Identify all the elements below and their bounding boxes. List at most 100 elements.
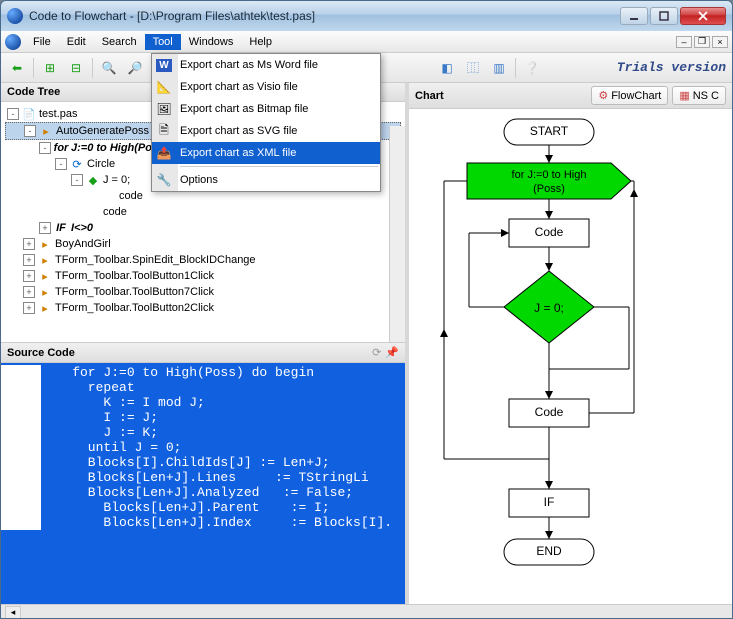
mdi-restore-button[interactable]: ❐ [694, 36, 710, 48]
tree-expander[interactable]: + [23, 286, 35, 298]
close-button[interactable] [680, 7, 726, 25]
menu-item-export[interactable]: 🖼Export chart as Bitmap file [152, 98, 380, 120]
tree-item-label: I<>0 [71, 222, 93, 234]
source-line[interactable]: repeat [1, 380, 405, 395]
tree-node-icon: ▸ [37, 237, 53, 251]
tree-item-label: TForm_Toolbar.SpinEdit_BlockIDChange [55, 254, 256, 266]
tree-expander[interactable]: - [55, 158, 67, 170]
tree-node-icon: ▸ [37, 253, 53, 267]
tree-item-label: code [119, 190, 143, 202]
chart-canvas[interactable]: START for J:=0 to High (Poss) Code J = 0… [409, 109, 732, 604]
tree-expander[interactable]: + [23, 238, 35, 250]
svg-text:(Poss): (Poss) [533, 183, 565, 195]
menu-search[interactable]: Search [94, 34, 145, 50]
tree-node-icon: for [53, 141, 69, 155]
menu-item-export[interactable]: 📤Export chart as XML file [152, 142, 380, 164]
tree-expander[interactable]: - [24, 125, 36, 137]
menu-item-options[interactable]: 🔧 Options [152, 169, 380, 191]
tree-node-icon: ⟳ [69, 157, 85, 171]
bitmap-icon: 🖼 [154, 100, 174, 118]
flowchart-icon: ⚙ [598, 89, 608, 102]
tool-menu-dropdown: WExport chart as Ms Word file📐Export cha… [151, 53, 381, 192]
tree-expander [71, 206, 83, 218]
menu-item-export[interactable]: 🗎Export chart as SVG file [152, 120, 380, 142]
hscroll-left[interactable]: ◂ [5, 606, 21, 619]
layout-split-button[interactable]: ◧ [437, 58, 457, 78]
svg-text:Code: Code [535, 405, 564, 419]
zoom-out-button[interactable]: 🔎 [125, 58, 145, 78]
options-icon: 🔧 [154, 171, 174, 189]
tree-node-icon: ▸ [37, 285, 53, 299]
menu-item-label: Options [180, 174, 218, 186]
collapse-button[interactable]: ⊟ [66, 58, 86, 78]
menu-item-export[interactable]: 📐Export chart as Visio file [152, 76, 380, 98]
source-line[interactable]: Blocks[Len+J].Lines := TStringLi [1, 470, 405, 485]
tree-item[interactable]: +▸TForm_Toolbar.SpinEdit_BlockIDChange [5, 252, 401, 268]
chart-header: Chart ⚙FlowChart ▦NS C [409, 83, 732, 109]
source-line[interactable]: Blocks[Len+J].Analyzed := False; [1, 485, 405, 500]
tab-ns-chart[interactable]: ▦NS C [672, 86, 726, 105]
mdi-close-button[interactable]: × [712, 36, 728, 48]
tree-item-label: J = 0; [103, 174, 130, 186]
tree-item[interactable]: +▸TForm_Toolbar.ToolButton7Click [5, 284, 401, 300]
help-button[interactable]: ❔ [522, 58, 542, 78]
tree-scrollbar[interactable] [389, 126, 405, 342]
source-line[interactable]: K := I mod J; [1, 395, 405, 410]
tree-item[interactable]: +IFI<>0 [5, 220, 401, 236]
menu-edit[interactable]: Edit [59, 34, 94, 50]
svg-text:END: END [536, 544, 562, 558]
mdi-minimize-button[interactable]: – [676, 36, 692, 48]
tree-expander[interactable]: - [39, 142, 51, 154]
expand-button[interactable]: ⊞ [40, 58, 60, 78]
source-line[interactable]: I := J; [1, 410, 405, 425]
titlebar[interactable]: Code to Flowchart - [D:\Program Files\at… [1, 1, 732, 31]
tree-node-icon: ▸ [38, 124, 54, 138]
tree-node-icon: ▸ [37, 301, 53, 315]
tree-item[interactable]: +▸BoyAndGirl [5, 236, 401, 252]
window-title: Code to Flowchart - [D:\Program Files\at… [29, 9, 620, 23]
tree-expander[interactable]: - [7, 108, 19, 120]
tree-item-label: TForm_Toolbar.ToolButton1Click [55, 270, 214, 282]
tree-node-icon [85, 205, 101, 219]
tree-expander[interactable]: + [23, 270, 35, 282]
zoom-in-button[interactable]: 🔍 [99, 58, 119, 78]
menu-item-label: Export chart as SVG file [180, 125, 297, 137]
tree-expander[interactable]: - [71, 174, 83, 186]
ns-icon: ▦ [679, 89, 689, 102]
tree-item-label: test.pas [39, 108, 78, 120]
source-pin-icon[interactable]: 📌 [385, 346, 399, 359]
statusbar: ◂ [1, 604, 732, 619]
menu-windows[interactable]: Windows [181, 34, 242, 50]
tree-item[interactable]: +▸TForm_Toolbar.ToolButton2Click [5, 300, 401, 316]
menu-tool[interactable]: Tool [145, 34, 181, 50]
layout-dual-button[interactable]: ⿲ [463, 58, 483, 78]
source-line[interactable]: for J:=0 to High(Poss) do begin [1, 365, 405, 380]
menu-item-export[interactable]: WExport chart as Ms Word file [152, 54, 380, 76]
minimize-button[interactable] [620, 7, 648, 25]
maximize-button[interactable] [650, 7, 678, 25]
svg-text:IF: IF [544, 495, 555, 509]
tree-item-label: BoyAndGirl [55, 238, 111, 250]
source-line[interactable]: J := K; [1, 425, 405, 440]
chart-title: Chart [415, 90, 444, 102]
nav-back-button[interactable]: ⬅ [7, 58, 27, 78]
source-line[interactable]: until J = 0; [1, 440, 405, 455]
tree-item[interactable]: +▸TForm_Toolbar.ToolButton1Click [5, 268, 401, 284]
source-line[interactable]: Blocks[I].ChildIds[J] := Len+J; [1, 455, 405, 470]
menu-help[interactable]: Help [241, 34, 280, 50]
tree-item-label: AutoGeneratePoss [56, 125, 149, 137]
source-refresh-icon[interactable]: ⟳ [372, 346, 381, 359]
svg-text:START: START [530, 124, 569, 138]
tab-flowchart[interactable]: ⚙FlowChart [591, 86, 668, 105]
source-line[interactable]: Blocks[Len+J].Index := Blocks[I]. [1, 515, 405, 530]
tree-expander[interactable]: + [23, 254, 35, 266]
menu-file[interactable]: File [25, 34, 59, 50]
tree-node-icon: 📄 [21, 107, 37, 121]
source-code-view[interactable]: for J:=0 to High(Poss) do begin repeat K… [1, 363, 405, 604]
layout-cols-button[interactable]: ▥ [489, 58, 509, 78]
dropdown-separator [180, 166, 378, 167]
source-line[interactable]: Blocks[Len+J].Parent := I; [1, 500, 405, 515]
tree-item[interactable]: code [5, 204, 401, 220]
tree-expander[interactable]: + [39, 222, 51, 234]
tree-expander[interactable]: + [23, 302, 35, 314]
